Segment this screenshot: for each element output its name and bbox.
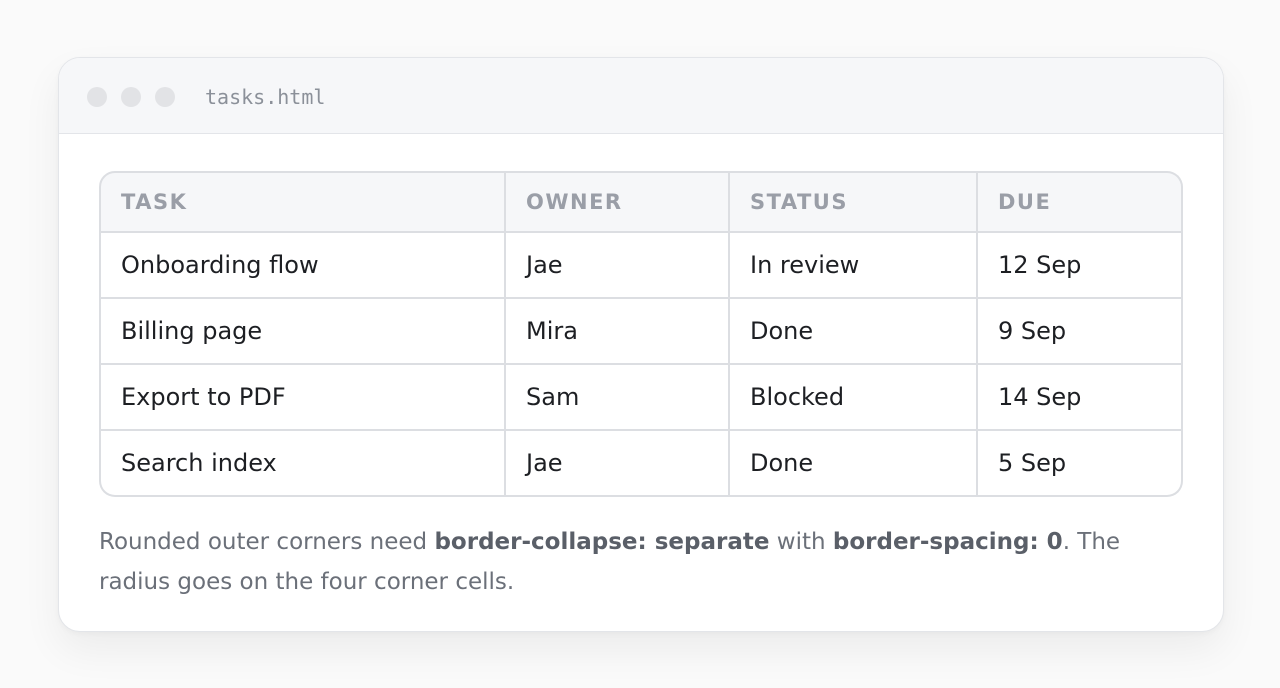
- due-cell: 5 Sep: [978, 431, 1183, 497]
- due-cell: 9 Sep: [978, 299, 1183, 365]
- task-cell: Onboarding flow: [99, 233, 506, 299]
- owner-cell: Jae: [506, 233, 730, 299]
- window-dot-minimize[interactable]: [121, 87, 141, 107]
- due-cell: 14 Sep: [978, 365, 1183, 431]
- note-text-2: with: [769, 529, 833, 555]
- table-row: Billing page Mira Done 9 Sep: [99, 299, 1183, 365]
- note-text-1: Rounded outer corners need: [99, 529, 435, 555]
- window-dot-close[interactable]: [87, 87, 107, 107]
- table-row: Onboarding flow Jae In review 12 Sep: [99, 233, 1183, 299]
- task-cell: Search index: [99, 431, 506, 497]
- task-cell: Export to PDF: [99, 365, 506, 431]
- column-header-due: DUE: [978, 171, 1183, 233]
- column-header-task: TASK: [99, 171, 506, 233]
- column-header-owner: OWNER: [506, 171, 730, 233]
- content-area: TASK OWNER STATUS DUE Onboarding flow Ja…: [99, 171, 1183, 625]
- owner-cell: Jae: [506, 431, 730, 497]
- browser-window: tasks.html TASK OWNER STATUS DUE Onboard: [58, 57, 1224, 632]
- table-header-row: TASK OWNER STATUS DUE: [99, 171, 1183, 233]
- explanation-note: Rounded outer corners need border-collap…: [99, 522, 1183, 602]
- owner-cell: Sam: [506, 365, 730, 431]
- window-filename: tasks.html: [205, 85, 326, 109]
- column-header-status: STATUS: [730, 171, 978, 233]
- status-cell: Done: [730, 299, 978, 365]
- due-cell: 12 Sep: [978, 233, 1183, 299]
- status-cell: Done: [730, 431, 978, 497]
- status-cell: In review: [730, 233, 978, 299]
- tasks-table: TASK OWNER STATUS DUE Onboarding flow Ja…: [99, 171, 1183, 497]
- table-row: Export to PDF Sam Blocked 14 Sep: [99, 365, 1183, 431]
- window-dot-maximize[interactable]: [155, 87, 175, 107]
- task-cell: Billing page: [99, 299, 506, 365]
- window-titlebar: tasks.html: [59, 58, 1223, 134]
- table-row: Search index Jae Done 5 Sep: [99, 431, 1183, 497]
- status-cell: Blocked: [730, 365, 978, 431]
- note-code-border-collapse: border-collapse: separate: [434, 529, 770, 555]
- note-code-border-spacing: border-spacing: 0: [832, 529, 1063, 555]
- owner-cell: Mira: [506, 299, 730, 365]
